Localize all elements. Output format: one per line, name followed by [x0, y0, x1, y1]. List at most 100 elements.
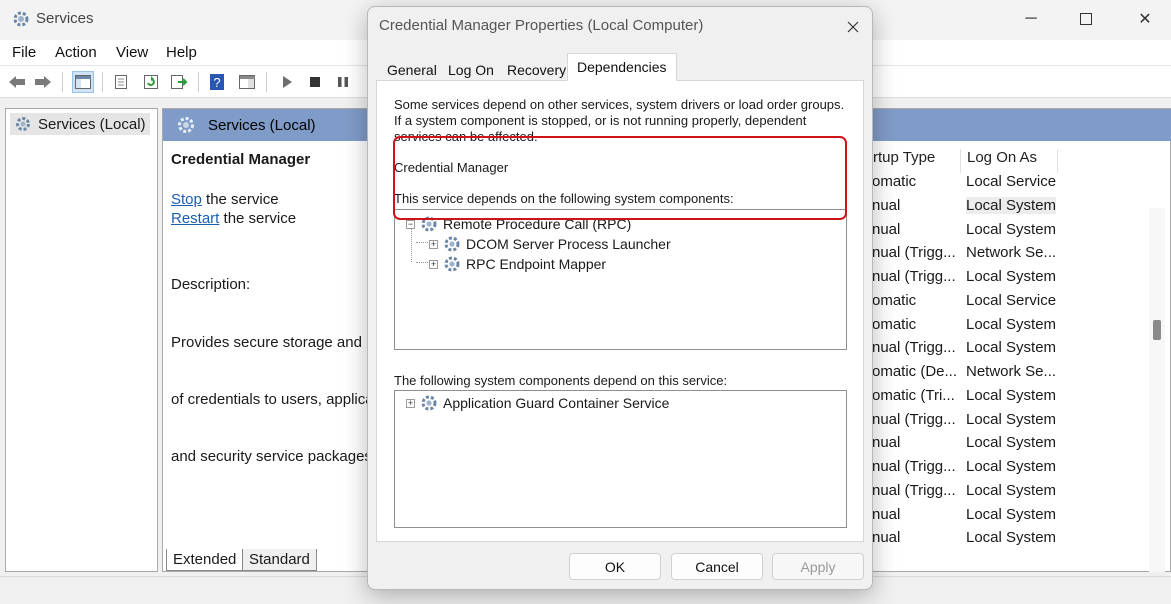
menu-action[interactable]: Action: [55, 44, 97, 61]
startup-type-cell: nual: [872, 434, 901, 452]
dependents-label: The following system components depend o…: [394, 373, 728, 388]
maximize-icon[interactable]: [1075, 8, 1097, 30]
startup-type-cell: nual (Trigg...: [872, 339, 956, 357]
intro-line: Some services depend on other services, …: [394, 97, 845, 112]
startup-type-cell: omatic: [872, 315, 917, 333]
log-on-as-cell: Local System: [966, 268, 1056, 285]
menu-file[interactable]: File: [12, 44, 36, 61]
apply-button[interactable]: Apply: [772, 553, 864, 580]
red-highlight-box: [393, 136, 847, 220]
description-line: Provides secure storage and re: [171, 334, 380, 351]
close-window-icon[interactable]: ✕: [1134, 8, 1156, 30]
properties-icon[interactable]: [110, 71, 132, 93]
startup-type-cell: nual: [872, 196, 901, 214]
stop-service-line: Stop the service: [171, 191, 279, 208]
refresh-icon[interactable]: [140, 71, 162, 93]
intro-line: If a system component is stopped, or is …: [394, 113, 807, 128]
cancel-button[interactable]: Cancel: [671, 553, 763, 580]
restart-rest-text: the service: [219, 210, 297, 227]
description-label: Description:: [171, 276, 251, 293]
services-gear-icon: [175, 114, 197, 139]
tree-node-services-local[interactable]: Services (Local): [10, 113, 150, 135]
log-on-as-cell: Local System: [966, 220, 1056, 238]
pause-service-icon[interactable]: [332, 71, 354, 93]
column-header-log-on-as[interactable]: Log On As: [960, 149, 1058, 173]
window-title: Services: [36, 10, 94, 27]
toolbar-divider: [102, 72, 103, 92]
startup-type-cell: nual: [872, 220, 901, 238]
show-action-pane-icon[interactable]: [236, 71, 258, 93]
vertical-scrollbar[interactable]: [1149, 208, 1165, 572]
dependents-tree[interactable]: + Application Guard Container Service: [394, 390, 847, 528]
scrollbar-thumb[interactable]: [1153, 320, 1161, 340]
expand-icon[interactable]: +: [429, 239, 438, 249]
log-on-as-cell: Local System: [966, 339, 1056, 357]
properties-dialog: Credential Manager Properties (Local Com…: [367, 6, 873, 590]
startup-type-cell: omatic: [872, 291, 917, 309]
dialog-title: Credential Manager Properties (Local Com…: [379, 17, 704, 34]
services-gear-icon: [10, 8, 32, 30]
log-on-as-cell: Local System: [966, 505, 1056, 523]
startup-type-cell: nual (Trigg...: [872, 481, 956, 499]
stop-service-icon[interactable]: [304, 71, 326, 93]
log-on-as-cell: Local System: [966, 410, 1056, 428]
expand-icon[interactable]: +: [406, 398, 415, 408]
help-icon[interactable]: ?: [206, 71, 228, 93]
tree-item-rpc-endpoint[interactable]: + RPC Endpoint Mapper: [429, 254, 606, 274]
startup-type-cell: nual: [872, 505, 901, 523]
startup-type-cell: nual (Trigg...: [872, 244, 956, 262]
startup-type-cell: nual (Trigg...: [872, 458, 956, 475]
log-on-as-cell: Local System: [966, 434, 1056, 452]
description-line: and security service packages.: [171, 448, 377, 465]
minimize-icon[interactable]: ─: [1020, 8, 1042, 30]
back-arrow-icon[interactable]: [6, 71, 28, 93]
tree-line: [416, 242, 428, 243]
tab-recovery[interactable]: Recovery: [502, 57, 571, 81]
start-service-icon[interactable]: [276, 71, 298, 93]
forward-arrow-icon[interactable]: [32, 71, 54, 93]
service-gear-icon: [444, 236, 460, 252]
svg-text:?: ?: [213, 75, 220, 90]
export-list-icon[interactable]: [168, 71, 190, 93]
log-on-as-cell: Local System: [966, 386, 1056, 404]
tab-extended[interactable]: Extended: [166, 549, 244, 571]
column-header-startup-type[interactable]: rtup Type: [873, 149, 961, 173]
log-on-as-cell: Local System: [966, 529, 1056, 547]
menu-view[interactable]: View: [116, 44, 148, 61]
console-tree: Services (Local): [5, 108, 158, 572]
tab-standard[interactable]: Standard: [242, 549, 317, 571]
close-icon[interactable]: [842, 16, 864, 38]
description-line: of credentials to users, applica: [171, 391, 374, 408]
tab-dependencies[interactable]: Dependencies: [567, 53, 677, 81]
restart-link[interactable]: Restart: [171, 210, 219, 227]
log-on-as-cell: Local Service: [966, 173, 1056, 190]
tree-item-label: Application Guard Container Service: [443, 395, 670, 411]
toolbar-divider: [198, 72, 199, 92]
service-gear-icon: [421, 395, 437, 411]
tree-item-dcom[interactable]: + DCOM Server Process Launcher: [429, 234, 671, 254]
log-on-as-cell: Local System: [966, 481, 1056, 499]
expand-icon[interactable]: +: [429, 259, 438, 269]
startup-type-cell: omatic (De...: [872, 363, 958, 380]
toolbar-divider: [266, 72, 267, 92]
ok-button[interactable]: OK: [569, 553, 661, 580]
tab-general[interactable]: General: [382, 57, 442, 81]
menu-help[interactable]: Help: [166, 44, 197, 61]
collapse-icon[interactable]: −: [406, 219, 415, 229]
startup-type-cell: omatic (Tri...: [872, 386, 955, 404]
log-on-as-cell: Network Se...: [966, 244, 1056, 262]
startup-type-cell: omatic: [872, 173, 917, 190]
stop-rest-text: the service: [201, 191, 279, 208]
tab-log-on[interactable]: Log On: [443, 57, 499, 81]
tree-node-label: Services (Local): [38, 115, 146, 133]
description-text: Provides secure storage and re of creden…: [171, 295, 381, 504]
show-console-tree-icon[interactable]: [72, 71, 94, 93]
depends-on-tree[interactable]: − Remote Procedure Call (RPC) + DCOM Ser…: [394, 209, 847, 350]
log-on-as-cell: Local System: [966, 196, 1056, 214]
tree-item-app-guard[interactable]: + Application Guard Container Service: [406, 393, 669, 413]
pane-header-title: Services (Local): [208, 117, 316, 134]
log-on-as-cell: Local System: [966, 315, 1056, 333]
stop-link[interactable]: Stop: [171, 191, 202, 208]
service-gear-icon: [444, 256, 460, 272]
log-on-as-cell: Local System: [966, 458, 1056, 475]
